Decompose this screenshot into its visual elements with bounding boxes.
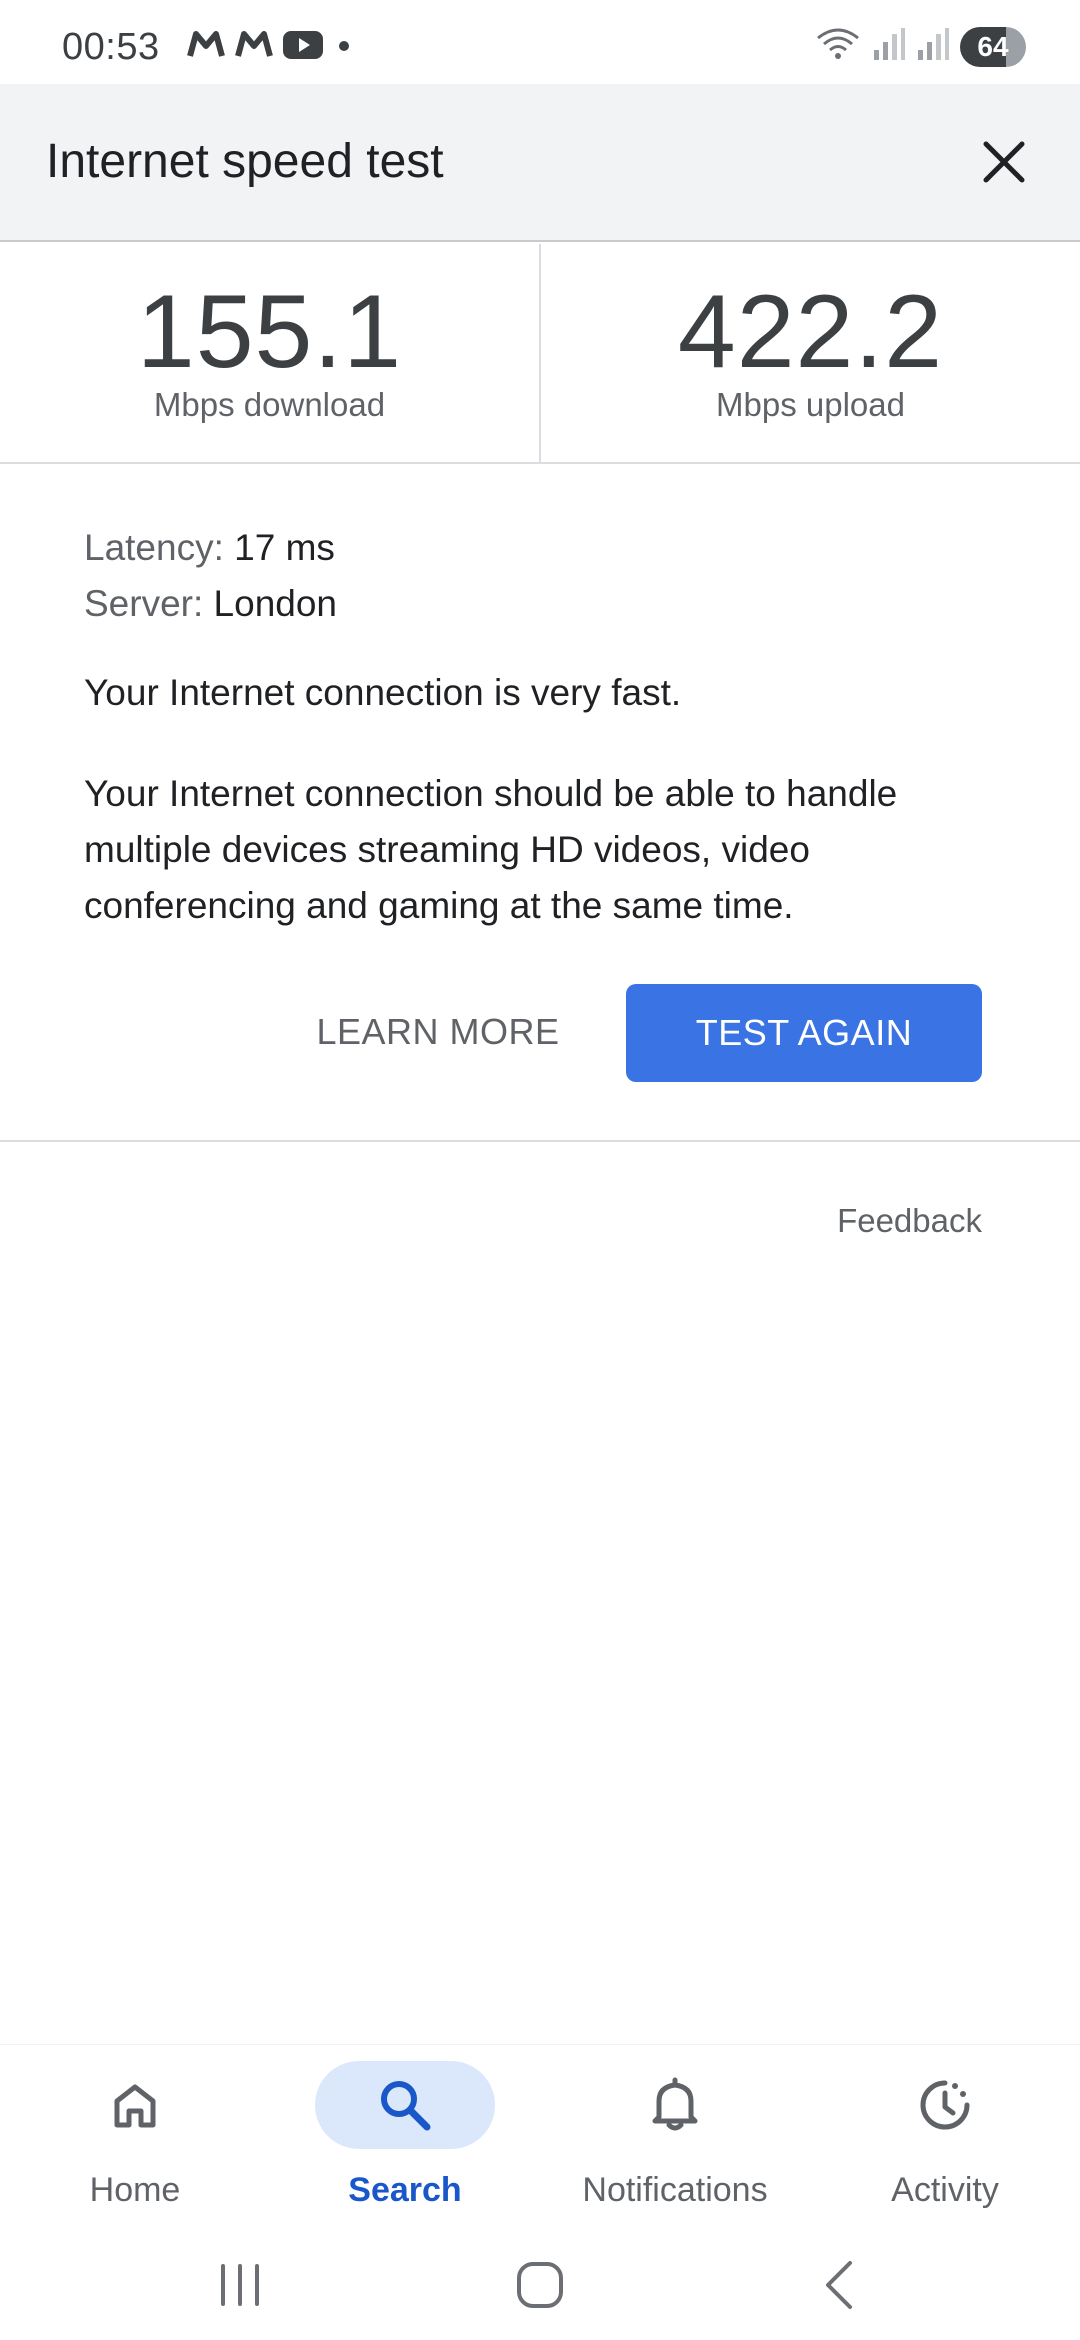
system-navigation	[0, 2230, 1080, 2340]
nav-pill	[45, 2061, 225, 2149]
download-result: 155.1 Mbps download	[0, 244, 539, 462]
activity-icon	[920, 2080, 970, 2130]
connection-explanation: Your Internet connection should be able …	[84, 773, 898, 926]
recents-button[interactable]	[90, 2230, 390, 2340]
server-value: London	[213, 583, 338, 624]
nav-item-home[interactable]: Home	[0, 2045, 270, 2230]
status-bar: 00:53 64	[0, 0, 1080, 84]
nav-label: Notifications	[582, 2171, 768, 2209]
close-icon	[983, 141, 1025, 183]
notification-icons	[186, 30, 356, 65]
nav-label: Activity	[891, 2171, 999, 2209]
dialog-header: Internet speed test	[0, 84, 1080, 242]
feedback-link[interactable]: Feedback	[837, 1202, 982, 1240]
nav-item-notifications[interactable]: Notifications	[540, 2045, 810, 2230]
nav-label: Home	[89, 2171, 181, 2209]
battery-indicator: 64	[960, 26, 1026, 67]
gmail-icon	[234, 30, 274, 65]
latency-line: Latency: 17 ms	[84, 520, 1004, 576]
nav-item-activity[interactable]: Activity	[810, 2045, 1080, 2230]
server-key: Server:	[84, 583, 204, 624]
download-label: Mbps download	[153, 386, 386, 423]
back-button[interactable]	[690, 2230, 990, 2340]
upload-value: 422.2	[677, 274, 944, 390]
home-circle-icon	[517, 2262, 563, 2308]
divider	[0, 1140, 1080, 1142]
bell-icon	[652, 2077, 698, 2131]
search-icon	[381, 2081, 431, 2131]
nav-pill	[315, 2061, 495, 2149]
gmail-icon	[186, 30, 226, 65]
learn-more-button[interactable]: LEARN MORE	[300, 984, 576, 1080]
signal-icon	[916, 26, 950, 67]
recents-icon	[221, 2264, 259, 2306]
dot-icon	[332, 30, 356, 65]
test-again-button[interactable]: TEST AGAIN	[626, 984, 982, 1082]
signal-icon	[872, 26, 906, 67]
speed-results: 155.1 Mbps download 422.2 Mbps upload	[0, 244, 1080, 464]
latency-value: 17 ms	[234, 527, 335, 568]
download-value: 155.1	[136, 274, 403, 390]
status-time: 00:53	[62, 26, 160, 68]
connection-verdict: Your Internet connection is very fast.	[84, 672, 682, 713]
home-button[interactable]	[390, 2230, 690, 2340]
system-status: 64	[814, 24, 1026, 69]
test-details: Latency: 17 ms Server: London	[84, 520, 1004, 632]
home-icon	[114, 2084, 156, 2128]
nav-pill	[855, 2061, 1035, 2149]
upload-label: Mbps upload	[716, 386, 905, 423]
youtube-icon	[282, 30, 324, 65]
latency-key: Latency:	[84, 527, 224, 568]
server-line: Server: London	[84, 576, 1004, 632]
wifi-icon	[814, 24, 862, 69]
bottom-navigation: Home Search Notifications Activity	[0, 2044, 1080, 2230]
back-icon	[826, 2261, 852, 2309]
nav-item-search[interactable]: Search	[270, 2045, 540, 2230]
nav-pill	[585, 2061, 765, 2149]
page-title: Internet speed test	[46, 135, 444, 188]
close-button[interactable]	[970, 128, 1038, 196]
nav-label: Search	[348, 2171, 462, 2209]
upload-result: 422.2 Mbps upload	[539, 244, 1080, 462]
